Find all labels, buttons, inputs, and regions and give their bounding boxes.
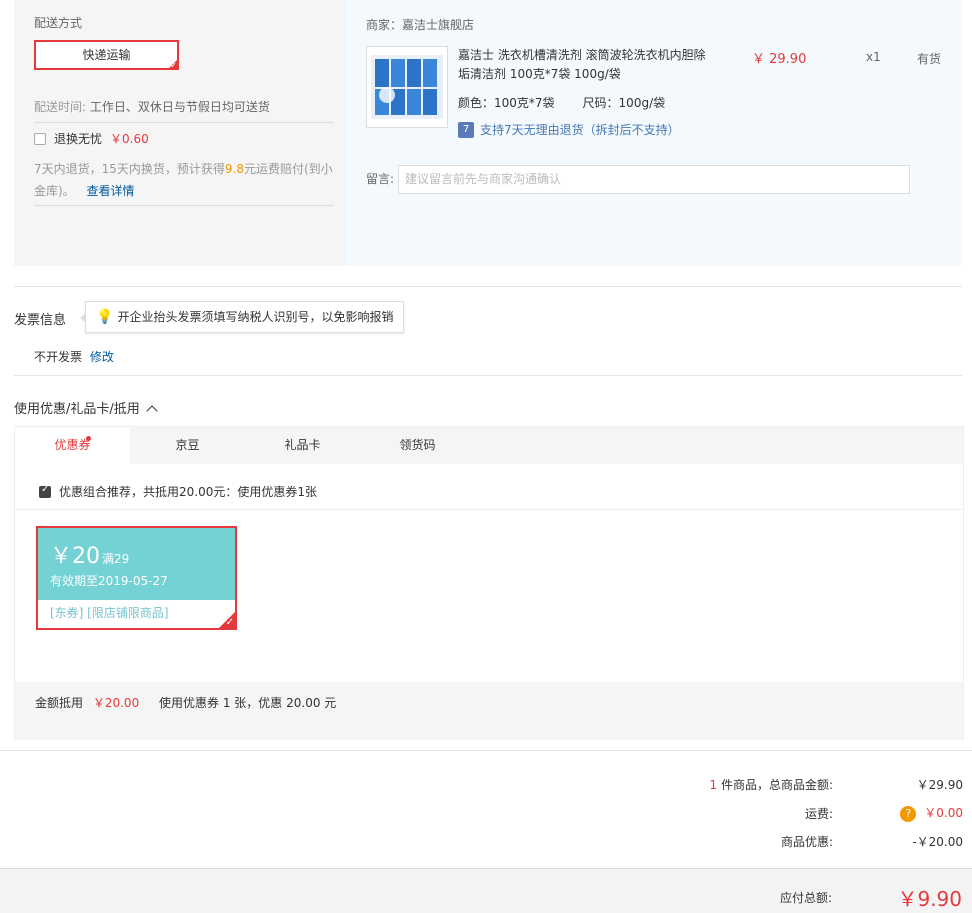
product-stock: 有货 xyxy=(917,52,942,66)
delivery-panel: 配送方式 快递运输 ✓ 配送时间: 工作日、双休日与节假日均可送货 退换无忧 ￥… xyxy=(14,0,346,266)
summary-count-label: 件商品，总商品金额: xyxy=(720,778,833,792)
summary-discount-row: 商品优惠: -￥20.00 xyxy=(693,833,963,850)
coupon-recommend-row[interactable]: 优惠组合推荐，共抵用20.00元：使用优惠券1张 xyxy=(39,483,317,500)
product-return-note: 7 支持7天无理由退货（拆封后不支持） xyxy=(458,121,680,138)
return-insurance-price: ￥0.60 xyxy=(110,132,149,146)
tab-coupons[interactable]: 优惠券 xyxy=(15,427,130,464)
coupon-footer-amount: ￥20.00 xyxy=(92,696,140,710)
tab-gift-card[interactable]: 礼品卡 xyxy=(245,427,360,464)
coupon-card-top: ￥20 满29 有效期至2019-05-27 xyxy=(38,528,235,600)
ship-method-button[interactable]: 快递运输 ✓ xyxy=(34,40,179,70)
return-insurance-row[interactable]: 退换无忧 ￥0.60 xyxy=(34,130,149,147)
seven-day-return-icon: 7 xyxy=(458,121,474,138)
check-icon: ✓ xyxy=(170,61,177,70)
delivery-time-value: 工作日、双休日与节假日均可送货 xyxy=(89,100,270,114)
coupon-section-title: 使用优惠/礼品卡/抵用 xyxy=(14,402,140,417)
coupon-recommend-checkbox[interactable] xyxy=(39,484,51,498)
summary-shipping-row: 运费: ? ￥0.00 xyxy=(693,804,963,822)
delivery-time: 配送时间: 工作日、双休日与节假日均可送货 xyxy=(34,98,270,115)
chevron-up-icon xyxy=(146,404,158,417)
product-image-icon xyxy=(371,55,443,119)
return-details-link[interactable]: 查看详情 xyxy=(87,184,135,198)
coupon-footer: 金额抵用 ￥20.00 使用优惠券 1 张，优惠 20.00 元 xyxy=(15,682,963,740)
ship-method-label: 快递运输 xyxy=(82,48,131,62)
coupon-validity: 有效期至2019-05-27 xyxy=(50,574,168,588)
coupon-condition: 满29 xyxy=(102,552,130,566)
coupon-panel: 优惠券 京豆 礼品卡 领货码 优惠组合推荐，共抵用20.00元：使用优惠券1张 … xyxy=(14,426,964,740)
product-size: 尺码：100g/袋 xyxy=(582,96,666,110)
coupon-card[interactable]: ￥20 满29 有效期至2019-05-27 [东券] [限店铺限商品] ✓ xyxy=(36,526,237,630)
invoice-tip-text: 开企业抬头发票须填写纳税人识别号，以免影响报销 xyxy=(117,310,394,324)
notification-dot xyxy=(86,436,91,441)
invoice-value: 不开发票 修改 xyxy=(34,348,114,365)
merchant-name: 商家：嘉洁士旗舰店 xyxy=(366,18,475,32)
summary-shipping-label: 运费: xyxy=(804,806,833,821)
delivery-time-label: 配送时间: xyxy=(34,100,87,114)
coupon-tabs: 优惠券 京豆 礼品卡 领货码 xyxy=(15,427,963,464)
return-note-text: 支持7天无理由退货（拆封后不支持） xyxy=(480,123,680,137)
summary-discount-label: 商品优惠: xyxy=(780,835,833,849)
summary-goods-row: 1 件商品，总商品金额: ￥29.90 xyxy=(653,776,963,793)
summary-count: 1 xyxy=(709,778,718,792)
coupon-recommend-text: 优惠组合推荐，共抵用20.00元：使用优惠券1张 xyxy=(59,485,317,499)
return-desc-amount: 9.8 xyxy=(224,162,244,176)
return-insurance-label: 退换无忧 xyxy=(54,132,103,146)
product-attributes: 颜色：100克*7袋 尺码：100g/袋 xyxy=(458,94,665,111)
tab-pickup-code[interactable]: 领货码 xyxy=(360,427,475,464)
message-input[interactable]: 建议留言前先与商家沟通确认 xyxy=(398,165,910,194)
product-quantity: x1 xyxy=(866,50,881,64)
return-desc-text: 7天内退货，15天内换货，预计获得 xyxy=(34,162,225,176)
product-thumbnail[interactable] xyxy=(366,46,448,128)
divider xyxy=(15,509,963,510)
divider xyxy=(34,205,334,206)
invoice-tooltip: 💡 开企业抬头发票须填写纳税人识别号，以免影响报销 xyxy=(79,301,405,333)
coupon-amount: ￥20 满29 xyxy=(50,538,129,570)
coupon-footer-text: 使用优惠券 1 张，优惠 20.00 元 xyxy=(159,696,337,710)
total-value: ￥9.90 xyxy=(897,887,962,911)
divider xyxy=(34,122,334,123)
divider xyxy=(14,286,962,287)
message-label: 留言: xyxy=(366,172,395,186)
invoice-edit-link[interactable]: 修改 xyxy=(90,350,114,364)
invoice-value-text: 不开发票 xyxy=(34,350,83,364)
product-color: 颜色：100克*7袋 xyxy=(458,96,555,110)
summary-goods-total: ￥29.90 xyxy=(916,778,963,792)
tab-label: 优惠券 xyxy=(54,438,91,452)
summary-discount-value: -￥20.00 xyxy=(912,835,963,849)
shipping-fee: ￥0.00 xyxy=(924,806,963,820)
lightbulb-icon: 💡 xyxy=(96,309,114,325)
coupon-section-toggle[interactable]: 使用优惠/礼品卡/抵用 xyxy=(14,398,158,417)
product-price: ￥ 29.90 xyxy=(752,52,807,67)
return-insurance-desc: 7天内退货，15天内换货，预计获得9.8元运费赔付(到小金库)。 查看详情 xyxy=(34,158,334,202)
help-icon[interactable]: ? xyxy=(900,806,917,822)
tab-jingdou[interactable]: 京豆 xyxy=(130,427,245,464)
total-label: 应付总额: xyxy=(780,891,833,905)
total-bar: 应付总额: ￥9.90 xyxy=(0,868,972,913)
coupon-tags: [东券] [限店铺限商品] xyxy=(38,600,235,628)
divider xyxy=(0,750,972,751)
product-title[interactable]: 嘉洁士 洗衣机槽清洗剂 滚筒波轮洗衣机内胆除垢清洁剂 100克*7袋 100g/… xyxy=(458,46,708,84)
summary-goods-label: 1 件商品，总商品金额: xyxy=(653,776,833,793)
product-panel: 商家：嘉洁士旗舰店 嘉洁士 洗衣机槽清洗剂 滚筒波轮洗衣机内胆除垢清洁剂 100… xyxy=(346,0,962,266)
delivery-title: 配送方式 xyxy=(34,16,83,30)
coupon-footer-label: 金额抵用 xyxy=(35,696,84,710)
coupon-amount-value: ￥20 xyxy=(50,544,100,569)
return-insurance-checkbox[interactable] xyxy=(34,132,46,145)
divider xyxy=(14,375,962,376)
summary-shipping-value: ? ￥0.00 xyxy=(833,804,963,822)
check-icon: ✓ xyxy=(225,617,234,628)
invoice-title: 发票信息 xyxy=(14,313,67,328)
